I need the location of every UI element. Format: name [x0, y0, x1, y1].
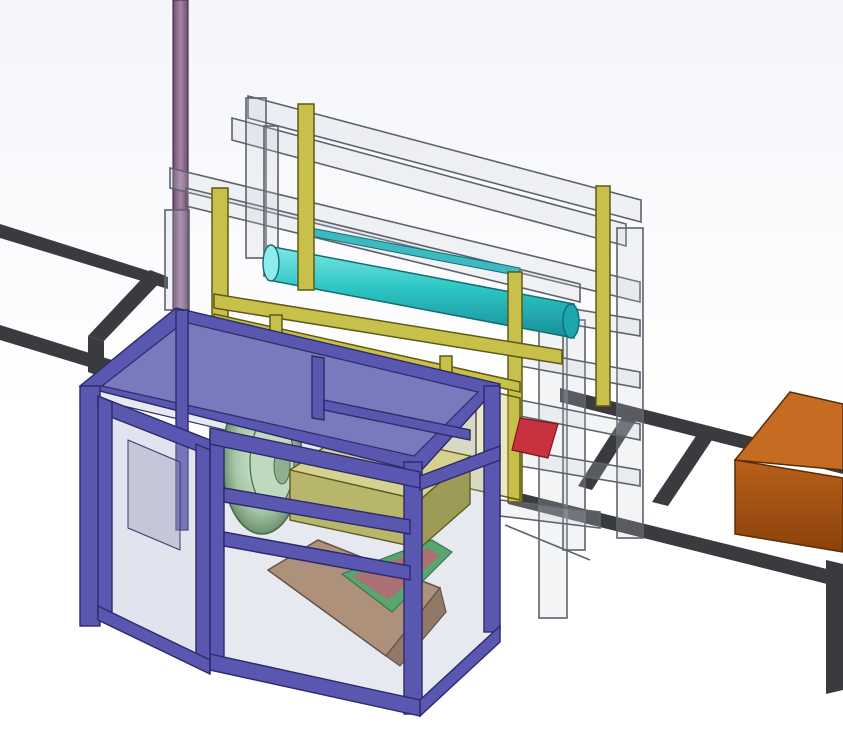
cad-viewport[interactable] — [0, 0, 843, 742]
orange-box — [733, 391, 843, 553]
cad-assembly-drawing — [0, 0, 843, 718]
enclosure-door[interactable] — [97, 394, 211, 676]
